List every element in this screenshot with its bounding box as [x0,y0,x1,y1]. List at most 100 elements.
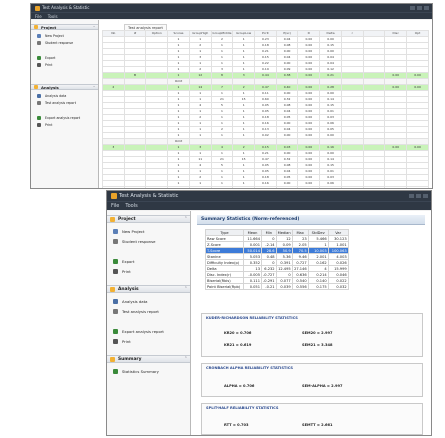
sidebar-item-label: Export analysis report [45,115,81,120]
sidebar-item-test-analysis-report[interactable]: Test analysis report [113,306,190,316]
export-icon [37,115,41,120]
document-icon [113,228,118,234]
export-icon [113,328,118,334]
close-button[interactable] [423,194,428,198]
table-icon [113,238,118,244]
menu-bar: File Tools [31,12,432,19]
section-header-summary[interactable]: Summary ˄ [107,355,190,363]
minimize-button[interactable] [410,6,415,10]
sidebar-item-label: Print [122,268,131,274]
table-cell: 0.032 [327,283,349,290]
table-cell: -0.21 [261,283,277,290]
table-cell: 0.00 [319,186,342,188]
menu-tools[interactable]: Tools [125,202,137,210]
kr-reliability-box: KUDER-RICHARDSON RELIABILITY STATISTICS … [201,313,423,357]
sidebar-item-print[interactable]: Print [37,61,98,68]
sem20-value: SEM20 = 2.997 [302,331,333,335]
folder-icon [110,356,115,362]
table-cell: 0.556 [291,283,309,290]
sidebar-item-label: Print [122,338,131,344]
grid-tab[interactable]: Test analysis report [124,24,167,30]
sidebar-item-student-response[interactable]: Student response [37,39,98,46]
app-icon [35,5,40,11]
menu-tools[interactable]: Tools [48,13,58,19]
chevron-up-icon[interactable]: ˄ [185,287,187,292]
sidebar-item-label: Test analysis report [122,308,159,314]
chevron-up-icon[interactable]: ˄ [185,357,187,362]
rtt-value: RTT = 0.703 [224,423,249,427]
sidebar-item-export-analysis-report[interactable]: Export analysis report [113,326,190,336]
sem21-value: SEM21 = 3.348 [302,343,333,347]
table-cell: 1 [188,186,212,188]
bottom-app-window: Test Analysis & Statistic File Tools Pro… [106,190,432,436]
column-header[interactable]: GroupMiddle [210,30,234,37]
data-icon [113,298,118,304]
sem-alpha-value: SEM-ALPHA = 2.997 [302,384,343,388]
table-cell [406,186,429,188]
table-cell [340,186,364,188]
chevron-up-icon[interactable]: ˄ [185,217,187,222]
export-icon [113,258,118,264]
sidebar-item-print[interactable]: Print [113,266,190,276]
sidebar-item-label: Print [45,122,53,127]
sidebar-item-statistics-summary[interactable]: Statistics Summary [113,366,190,376]
table-cell: 0.051 [243,283,262,290]
sidebar-item-print[interactable]: Print [113,336,190,346]
folder-icon [110,216,115,222]
maximize-button[interactable] [416,194,421,198]
sidebar-item-label: Print [45,62,53,67]
menu-file[interactable]: File [35,13,42,19]
column-header[interactable]: GroupHigh [188,30,212,37]
section-title: Summary [118,356,142,362]
semtt-value: SEMTT = 2.661 [302,423,333,427]
menu-bar: File Tools [107,201,431,210]
maximize-button[interactable] [417,6,422,10]
table-icon [37,40,41,45]
sidebar-item-label: New Project [122,228,145,234]
title-bar: Test Analysis & Statistic [31,4,432,12]
menu-file[interactable]: File [111,202,119,210]
sidebar-item-label: Student response [45,40,74,45]
close-button[interactable] [424,6,429,10]
table-cell [384,186,408,188]
kr-heading: KUDER-RICHARDSON RELIABILITY STATISTICS [206,316,298,320]
sidebar-item-export[interactable]: Export [37,54,98,61]
statistics-icon [113,368,118,374]
section-title: Project [41,24,57,30]
section-header-analysis[interactable]: Analysis ˄ [107,285,190,293]
sidebar-item-label: Analysis data [122,298,148,304]
chevron-up-icon[interactable]: ˄ [93,85,95,90]
statistic-type: Point Biserial(Rpb) [205,283,244,290]
sidebar-item-analysis-data[interactable]: Analysis data [113,296,190,306]
summary-statistics-table: Type Mean Min Median Max StdDev Var Raw Score 1… [205,229,349,290]
chevron-up-icon[interactable]: ˄ [93,25,95,30]
data-icon [37,93,41,98]
sidebar-item-new-project[interactable]: New Project [113,226,190,236]
kr21-value: KR21 = 0.619 [224,343,252,347]
sidebar-item-new-project[interactable]: New Project [37,32,98,39]
printer-icon [37,122,41,127]
analysis-grid: No # Option Scores GroupHigh GroupMiddle Group… [102,30,429,188]
sidebar-item-label: New Project [45,33,64,38]
table-cell: 0.02 [254,186,277,188]
report-icon [113,308,118,314]
table-cell: 0.039 [275,283,293,290]
printer-icon [113,268,118,274]
sidebar-item-export[interactable]: Export [113,256,190,266]
table-cell [145,186,169,188]
sidebar-item-test-analysis-report[interactable]: Test analysis report [37,99,98,106]
export-icon [37,55,41,60]
sidebar: Project ˄ New Project Student response Expor… [31,20,99,188]
table-row[interactable]: Point Biserial(Rpb) 0.051 -0.21 0.039 0.556 0… [205,283,349,290]
window-title: Test Analysis & Statistic [119,193,179,199]
alpha-reliability-box: CRONBACH ALPHA RELIABILITY STATISTICS AL… [201,363,423,397]
sidebar-item-print[interactable]: Print [37,121,98,128]
sidebar-item-student-response[interactable]: Student response [113,236,190,246]
summary-area: Summary Statistics (Norm-referenced) Typ… [191,211,431,435]
table-row[interactable]: 11110.020.000.000.00 [102,186,429,188]
section-header-project[interactable]: Project ˄ [107,215,190,223]
section-title: Analysis [118,286,139,292]
sidebar-item-export-analysis-report[interactable]: Export analysis report [37,114,98,121]
sidebar-item-analysis-data[interactable]: Analysis data [37,92,98,99]
minimize-button[interactable] [409,194,414,198]
